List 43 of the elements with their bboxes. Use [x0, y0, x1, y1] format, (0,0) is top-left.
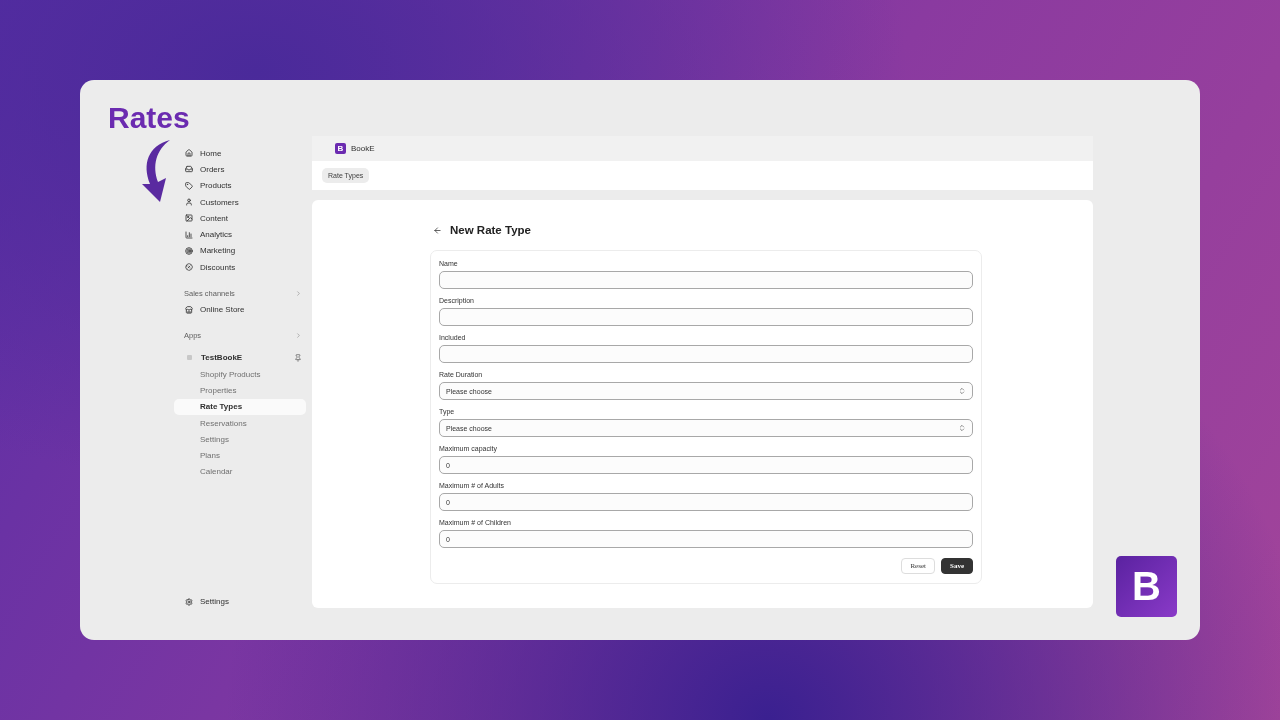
nav-item[interactable]: Content [180, 210, 306, 227]
nav-subitem[interactable]: Settings [174, 431, 306, 448]
chevron-icon[interactable] [295, 289, 302, 297]
input-field[interactable] [439, 308, 973, 326]
nav-subitem[interactable]: Properties [174, 382, 306, 399]
app-icon [187, 355, 192, 361]
pin-icon[interactable] [294, 353, 302, 362]
brand-logo: B [1116, 556, 1177, 617]
store-icon [185, 305, 193, 314]
nav-subitem[interactable]: Rate Types [174, 398, 306, 415]
input-field[interactable] [439, 345, 973, 363]
page-heading: Rates [108, 100, 190, 136]
nav-icon [185, 181, 193, 190]
back-icon[interactable] [433, 225, 442, 235]
nav-item[interactable]: Customers [180, 193, 306, 211]
nav-item[interactable]: Discounts [180, 259, 306, 276]
settings-icon [185, 597, 193, 606]
nav-item[interactable]: Products [180, 177, 306, 194]
select-arrows-icon [958, 424, 966, 432]
chevron-icon[interactable] [295, 332, 302, 340]
app-logo-icon: B [335, 143, 346, 154]
app-title: BookE [351, 144, 375, 153]
app-name[interactable]: TestBookE [201, 353, 243, 363]
nav-subitem[interactable]: Calendar [174, 463, 306, 481]
nav-subitem[interactable]: Shopify Products [174, 365, 306, 383]
select-arrows-icon [958, 387, 966, 395]
nav-icon [185, 165, 193, 174]
nav-item[interactable]: Online Store [180, 301, 306, 318]
nav-item[interactable]: Orders [180, 161, 306, 178]
nav-icon [185, 246, 193, 255]
nav-item[interactable]: Analytics [180, 226, 306, 243]
nav-item[interactable]: Home [180, 145, 306, 162]
nav-subitem[interactable]: Plans [174, 447, 306, 464]
input-field[interactable] [439, 271, 973, 289]
nav-item[interactable]: Settings [180, 593, 306, 610]
nav-icon [185, 198, 193, 207]
nav-icon [185, 263, 193, 272]
nav-item[interactable]: Marketing [180, 242, 306, 260]
form-title: New Rate Type [450, 224, 531, 236]
nav-subitem[interactable]: Reservations [174, 414, 306, 432]
nav-icon [185, 214, 193, 223]
nav-icon [185, 149, 193, 158]
nav-icon [185, 230, 193, 239]
